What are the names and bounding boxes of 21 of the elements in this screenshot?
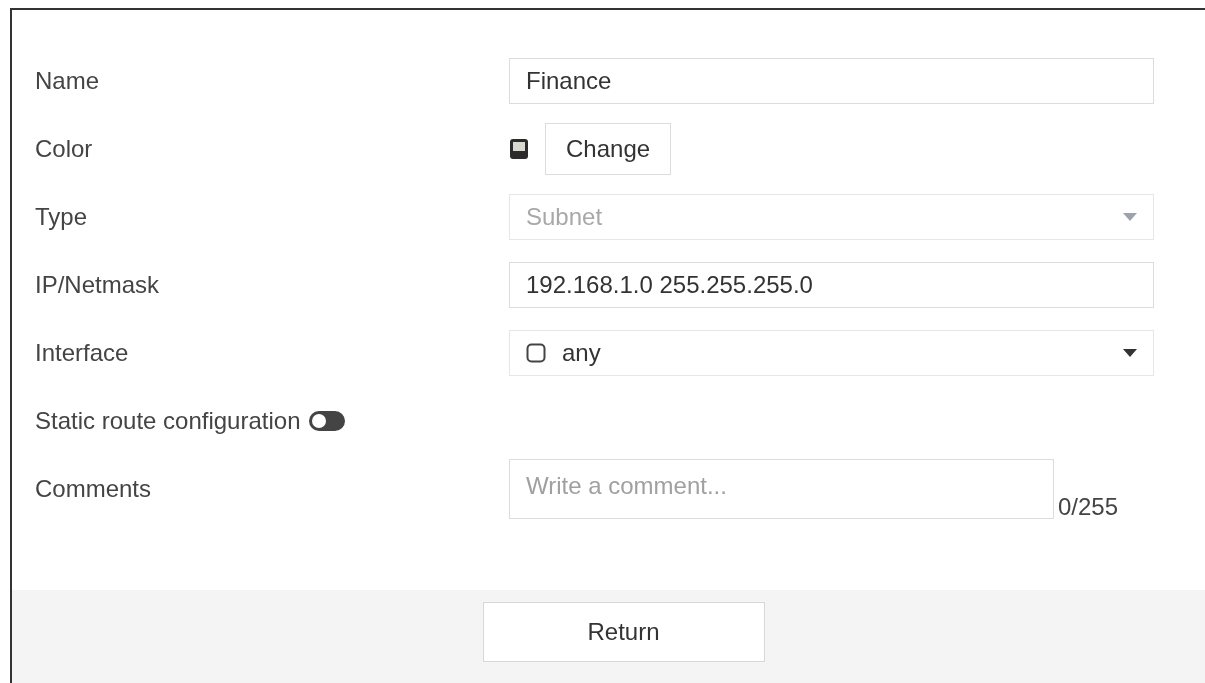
field-label: Static route configuration: [35, 406, 301, 436]
comment-placeholder: Write a comment...: [526, 472, 727, 499]
caret-icon: [1123, 349, 1137, 357]
field-label: IP/Netmask: [35, 270, 161, 300]
field-label: Type: [35, 202, 89, 232]
select-field[interactable]: any: [509, 330, 1154, 376]
text-field[interactable]: Finance: [509, 58, 1154, 104]
caret-icon: [1123, 213, 1137, 221]
change-button[interactable]: Change: [545, 123, 672, 175]
character-counter: 0/255: [1058, 495, 1119, 519]
color-swatch-icon: [509, 138, 529, 160]
return-button[interactable]: Return: [482, 602, 765, 662]
field-label: Interface: [35, 338, 130, 368]
field-label: Color: [35, 134, 94, 164]
interface-icon: [526, 343, 546, 363]
select-value: any: [562, 338, 602, 368]
text-field[interactable]: 192.168.1.0 255.255.255.0: [509, 262, 1154, 308]
field-label: Name: [35, 66, 101, 96]
field-label: Comments: [35, 474, 153, 504]
select-value: Subnet: [526, 202, 604, 232]
toggle-switch[interactable]: [308, 411, 345, 431]
